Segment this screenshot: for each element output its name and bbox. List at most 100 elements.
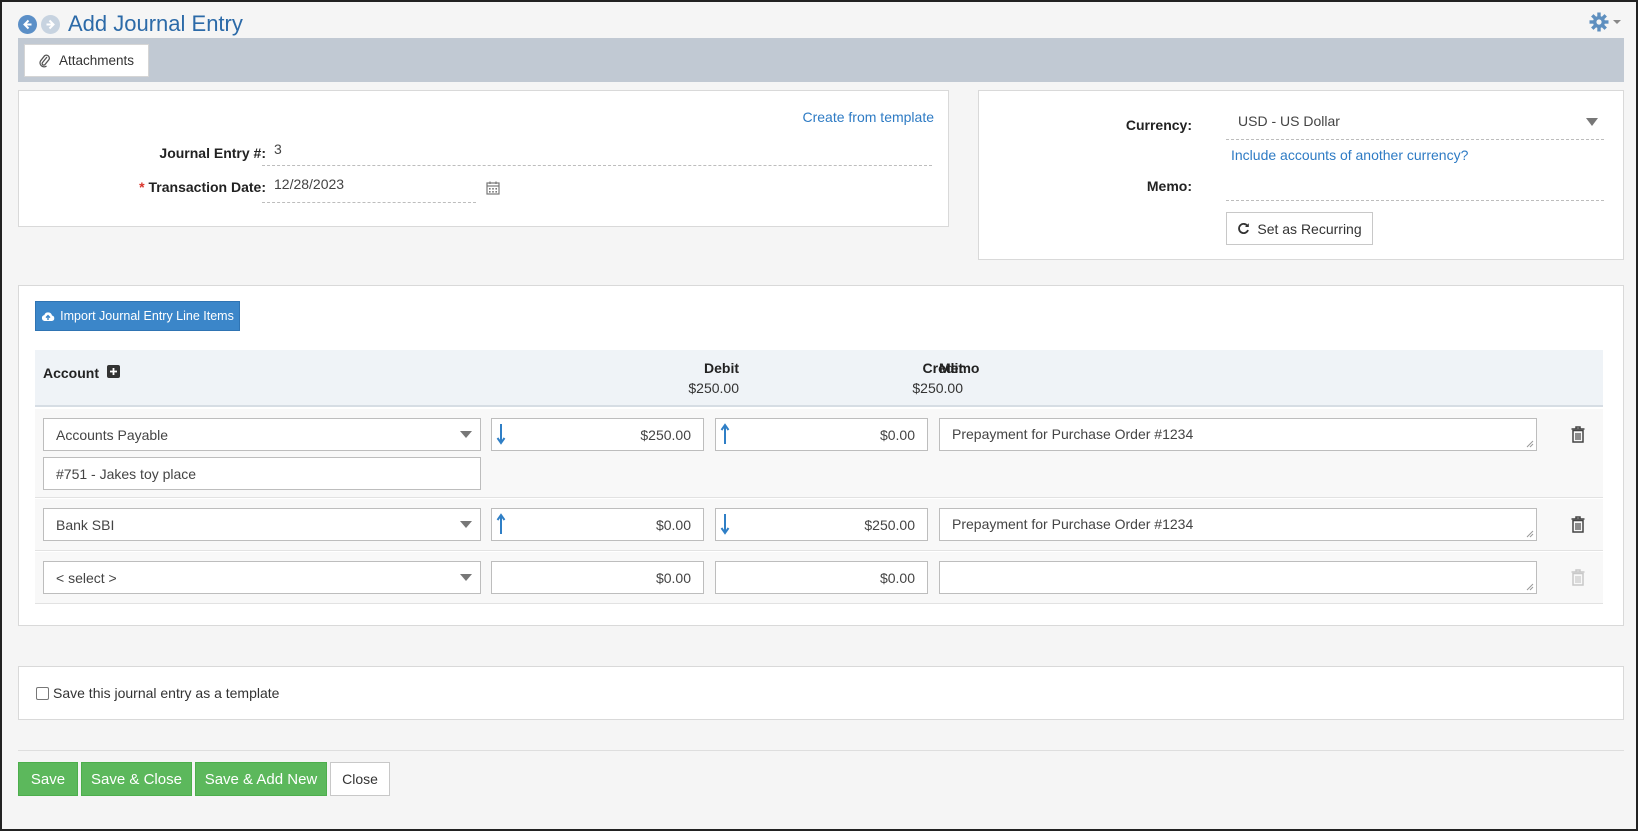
trash-icon bbox=[1571, 515, 1585, 533]
trash-icon bbox=[1571, 568, 1585, 586]
create-from-template-link[interactable]: Create from template bbox=[803, 109, 935, 125]
journal-entry-number-field[interactable]: 3 bbox=[262, 141, 932, 166]
credit-value: $250.00 bbox=[864, 516, 915, 533]
currency-select[interactable]: USD - US Dollar bbox=[1226, 113, 1604, 140]
account-select-value: < select > bbox=[56, 569, 117, 586]
page-frame: Add Journal Entry Attachments Create fro… bbox=[0, 0, 1638, 831]
arrow-down-icon bbox=[720, 514, 730, 535]
account-column-header: Account bbox=[43, 365, 99, 381]
memo-column-header: Memo bbox=[939, 360, 980, 376]
debit-total: $250.00 bbox=[688, 380, 739, 396]
delete-line-button[interactable] bbox=[1568, 513, 1588, 535]
line-memo-input[interactable]: Prepayment for Purchase Order #1234 bbox=[939, 418, 1537, 451]
line-item-row: Bank SBI $0.00 $250.00 Prepayment for Pu… bbox=[35, 499, 1603, 551]
credit-input[interactable]: $250.00 bbox=[715, 508, 928, 541]
line-memo-value: Prepayment for Purchase Order #1234 bbox=[952, 426, 1194, 442]
save-add-new-button[interactable]: Save & Add New bbox=[195, 762, 327, 796]
refresh-icon bbox=[1238, 223, 1250, 234]
line-item-row: < select > $0.00 $0.00 bbox=[35, 552, 1603, 604]
cloud-upload-icon bbox=[42, 311, 55, 321]
debit-value: $250.00 bbox=[640, 426, 691, 443]
credit-input[interactable]: $0.00 bbox=[715, 418, 928, 451]
currency-memo-panel: Currency: USD - US Dollar Include accoun… bbox=[978, 90, 1624, 260]
account-select-value: Bank SBI bbox=[56, 516, 115, 533]
settings-menu[interactable] bbox=[1589, 12, 1622, 32]
close-label: Close bbox=[342, 771, 378, 787]
include-accounts-link[interactable]: Include accounts of another currency? bbox=[1231, 147, 1468, 163]
entry-details-panel: Create from template Journal Entry #: 3 … bbox=[18, 90, 949, 227]
credit-input[interactable]: $0.00 bbox=[715, 561, 928, 594]
currency-value: USD - US Dollar bbox=[1238, 113, 1340, 129]
import-line-items-button[interactable]: Import Journal Entry Line Items bbox=[35, 301, 240, 331]
required-marker: * bbox=[139, 179, 145, 195]
line-items-header: Account Debit $250.00 Credit $250.00 Mem… bbox=[35, 350, 1603, 407]
credit-total: $250.00 bbox=[912, 380, 963, 396]
paperclip-icon bbox=[39, 54, 50, 67]
add-account-icon[interactable] bbox=[107, 365, 120, 378]
credit-value: $0.00 bbox=[879, 569, 915, 586]
transaction-date-value: 12/28/2023 bbox=[274, 176, 345, 192]
account-select[interactable]: < select > bbox=[43, 561, 481, 594]
chevron-down-icon bbox=[1613, 20, 1621, 24]
resize-grip-icon[interactable] bbox=[1526, 440, 1534, 448]
line-memo-input[interactable]: Prepayment for Purchase Order #1234 bbox=[939, 508, 1537, 541]
page-title: Add Journal Entry bbox=[68, 11, 243, 36]
debit-input[interactable]: $250.00 bbox=[491, 418, 704, 451]
transaction-date-field[interactable]: 12/28/2023 bbox=[262, 176, 476, 203]
trash-icon bbox=[1571, 425, 1585, 443]
dropdown-caret-icon bbox=[460, 574, 472, 581]
page-header: Add Journal Entry bbox=[18, 10, 243, 38]
debit-column-header: Debit bbox=[704, 360, 739, 376]
save-as-template-label: Save this journal entry as a template bbox=[53, 685, 280, 701]
debit-input[interactable]: $0.00 bbox=[491, 508, 704, 541]
save-as-template-checkbox[interactable] bbox=[36, 687, 49, 700]
currency-label: Currency: bbox=[1125, 117, 1192, 133]
import-line-items-label: Import Journal Entry Line Items bbox=[60, 309, 234, 323]
credit-value: $0.00 bbox=[879, 426, 915, 443]
attachments-tab[interactable]: Attachments bbox=[24, 44, 150, 77]
memo-field[interactable] bbox=[1226, 171, 1604, 201]
template-option-panel: Save this journal entry as a template bbox=[18, 666, 1624, 720]
gear-icon bbox=[1589, 12, 1609, 32]
dropdown-caret-icon bbox=[460, 521, 472, 528]
arrow-down-icon bbox=[496, 424, 506, 445]
close-button[interactable]: Close bbox=[330, 762, 390, 796]
footer-divider bbox=[18, 750, 1624, 751]
debit-input[interactable]: $0.00 bbox=[491, 561, 704, 594]
attachments-label: Attachments bbox=[59, 53, 135, 68]
line-memo-input[interactable] bbox=[939, 561, 1537, 594]
resize-grip-icon[interactable] bbox=[1526, 530, 1534, 538]
set-as-recurring-button[interactable]: Set as Recurring bbox=[1226, 212, 1373, 245]
transaction-date-label: * Transaction Date: bbox=[59, 179, 266, 195]
save-close-button[interactable]: Save & Close bbox=[81, 762, 192, 796]
journal-entry-number-label: Journal Entry #: bbox=[159, 145, 266, 161]
line-item-row: Accounts Payable #751 - Jakes toy place … bbox=[35, 409, 1603, 498]
set-as-recurring-label: Set as Recurring bbox=[1257, 220, 1362, 237]
sub-account-value: #751 - Jakes toy place bbox=[56, 465, 197, 482]
save-button[interactable]: Save bbox=[18, 762, 78, 796]
back-arrow-icon[interactable] bbox=[18, 14, 37, 34]
forward-arrow-icon[interactable] bbox=[41, 14, 60, 34]
resize-grip-icon[interactable] bbox=[1526, 583, 1534, 591]
account-select[interactable]: Bank SBI bbox=[43, 508, 481, 541]
transaction-date-label-text: Transaction Date: bbox=[148, 179, 266, 195]
delete-line-button[interactable] bbox=[1568, 423, 1588, 445]
chevron-down-icon bbox=[1586, 118, 1598, 126]
debit-value: $0.00 bbox=[655, 569, 691, 586]
debit-value: $0.00 bbox=[655, 516, 691, 533]
save-add-new-label: Save & Add New bbox=[204, 770, 318, 788]
sub-account-field[interactable]: #751 - Jakes toy place bbox=[43, 457, 481, 490]
account-select[interactable]: Accounts Payable bbox=[43, 418, 481, 451]
save-label: Save bbox=[30, 770, 66, 788]
account-select-value: Accounts Payable bbox=[56, 426, 169, 443]
attachments-bar: Attachments bbox=[18, 38, 1624, 82]
save-close-label: Save & Close bbox=[91, 770, 182, 788]
calendar-icon[interactable] bbox=[486, 181, 500, 195]
journal-entry-number-value: 3 bbox=[274, 141, 282, 157]
dropdown-caret-icon bbox=[460, 431, 472, 438]
memo-label: Memo: bbox=[1146, 178, 1192, 194]
arrow-up-icon bbox=[496, 513, 506, 534]
credit-column-header: Credit bbox=[922, 360, 963, 376]
delete-line-button bbox=[1568, 566, 1588, 588]
arrow-up-icon bbox=[720, 423, 730, 444]
